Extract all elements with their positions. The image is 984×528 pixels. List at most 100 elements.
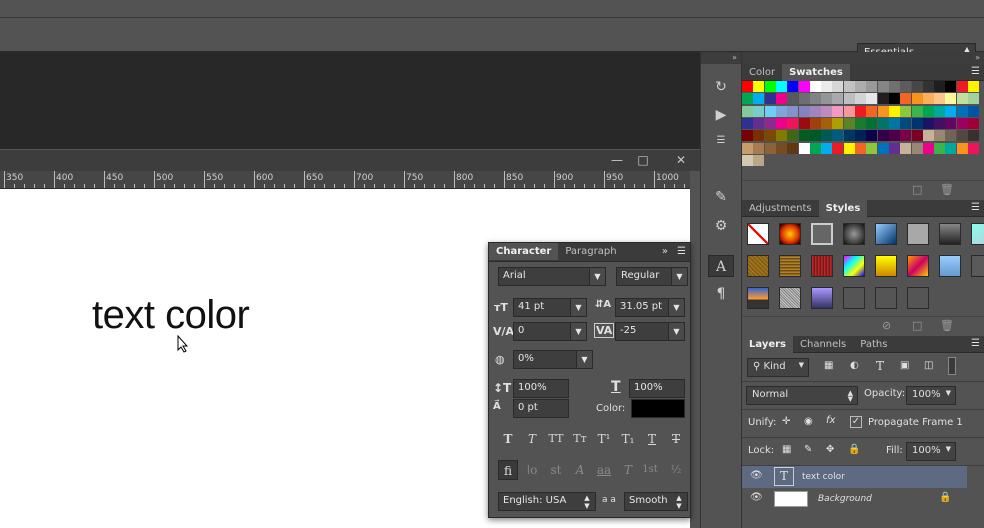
lock-all-icon[interactable]: 🔒 [848, 444, 860, 455]
trash-icon[interactable]: 🗑 [940, 319, 954, 332]
ligatures-icon[interactable]: fi [498, 460, 518, 480]
panel-menu-icon[interactable]: ☰ [971, 338, 980, 349]
swatch[interactable] [945, 142, 957, 154]
swatch[interactable] [753, 142, 765, 154]
tab-adjustments[interactable]: Adjustments [742, 200, 819, 217]
swatch[interactable] [742, 81, 753, 92]
swatch[interactable] [821, 142, 833, 154]
style-preset[interactable] [907, 287, 929, 309]
style-preset[interactable] [971, 255, 984, 277]
swatch[interactable] [866, 142, 878, 154]
swatch[interactable] [900, 142, 912, 154]
swatch[interactable] [900, 105, 912, 117]
swatch[interactable] [855, 93, 866, 105]
clear-style-icon[interactable]: ⊘ [882, 319, 891, 332]
swatch[interactable] [900, 93, 912, 105]
swatch[interactable] [798, 81, 810, 92]
text-color-swatch[interactable] [631, 399, 685, 418]
style-preset[interactable] [747, 255, 769, 277]
new-swatch-icon[interactable]: □ [912, 183, 922, 196]
leading-field[interactable]: 31.05 pt ▼ [615, 298, 685, 317]
swatch[interactable] [843, 93, 855, 105]
style-preset[interactable] [779, 255, 801, 277]
swatch[interactable] [821, 93, 833, 105]
swatch[interactable] [821, 117, 833, 129]
swatch[interactable] [877, 105, 889, 117]
swatch[interactable] [787, 142, 799, 154]
filter-shape-icon[interactable]: ▣ [900, 360, 909, 371]
swatch[interactable] [855, 130, 866, 142]
swatch[interactable] [787, 117, 799, 129]
swatch[interactable] [742, 93, 753, 105]
titling-alternates-icon[interactable]: T [618, 460, 638, 480]
layer-row[interactable]: 👁 Background 🔒 [742, 488, 967, 510]
antialias-select[interactable]: Smooth ▲ ▼ [624, 492, 688, 511]
small-caps-icon[interactable]: Tᴛ [570, 429, 590, 449]
swatch[interactable] [900, 81, 912, 92]
swatch[interactable] [742, 130, 753, 142]
lock-transparency-icon[interactable]: ▦ [782, 444, 791, 455]
subscript-icon[interactable]: T₁ [618, 429, 638, 449]
swatch[interactable] [968, 81, 979, 92]
swatch[interactable] [945, 117, 957, 129]
swatch[interactable] [798, 130, 810, 142]
swatch[interactable] [866, 93, 878, 105]
style-preset[interactable] [971, 223, 984, 245]
swatch[interactable] [934, 105, 946, 117]
swatch[interactable] [866, 81, 878, 92]
swatch[interactable] [832, 81, 844, 92]
layer-row[interactable]: 👁 T text color [742, 466, 967, 488]
style-preset[interactable] [747, 223, 769, 245]
style-preset[interactable] [811, 255, 833, 277]
old-style-icon[interactable]: ǀo [522, 460, 542, 480]
tab-styles[interactable]: Styles [818, 200, 868, 217]
swatch[interactable] [934, 81, 946, 92]
swatch[interactable] [809, 105, 821, 117]
ordinals-icon[interactable]: 1st [640, 460, 660, 480]
style-preset[interactable] [779, 287, 801, 309]
swatch[interactable] [809, 142, 821, 154]
maximize-icon[interactable]: □ [629, 152, 657, 168]
swatch[interactable] [753, 105, 765, 117]
swatch[interactable] [832, 130, 844, 142]
style-preset[interactable] [843, 287, 865, 309]
swatch[interactable] [764, 130, 776, 142]
swatch[interactable] [821, 105, 833, 117]
swatch[interactable] [753, 130, 765, 142]
swatch[interactable] [911, 81, 923, 92]
swatch[interactable] [843, 105, 855, 117]
tool-presets-icon[interactable]: ⚙ [708, 215, 734, 237]
language-select[interactable]: English: USA ▲ ▼ [498, 492, 596, 511]
discretionary-ligature-icon[interactable]: st [546, 460, 566, 480]
swatch[interactable] [775, 142, 787, 154]
swatch[interactable] [900, 130, 912, 142]
swatch[interactable] [911, 142, 923, 154]
swatch[interactable] [809, 93, 821, 105]
dock-collapse-icon[interactable]: » [701, 52, 741, 64]
tracking-field[interactable]: -25 ▼ [615, 322, 685, 341]
swatch[interactable] [764, 117, 776, 129]
style-preset[interactable] [939, 223, 961, 245]
swatch[interactable] [843, 117, 855, 129]
close-icon[interactable]: ✕ [667, 152, 695, 168]
swatch[interactable] [922, 105, 934, 117]
swatch[interactable] [968, 142, 979, 154]
swatch[interactable] [809, 130, 821, 142]
swatch[interactable] [742, 117, 753, 129]
swatch[interactable] [775, 81, 787, 92]
faux-bold-icon[interactable]: T [498, 429, 518, 449]
underline-icon[interactable]: T [642, 429, 662, 449]
swatch[interactable] [968, 93, 979, 105]
vertical-scale-field[interactable]: 100% [513, 379, 569, 398]
swatch[interactable] [956, 93, 968, 105]
style-preset[interactable] [939, 255, 961, 277]
eye-icon[interactable]: 👁 [750, 470, 763, 481]
brush-presets-icon[interactable]: ✎ [708, 186, 734, 208]
swatch[interactable] [877, 130, 889, 142]
swatch[interactable] [866, 130, 878, 142]
swatch[interactable] [968, 105, 979, 117]
all-caps-icon[interactable]: TT [546, 429, 566, 449]
style-preset[interactable] [875, 287, 897, 309]
swatch[interactable] [877, 142, 889, 154]
blend-mode-select[interactable]: Normal ▲ ▼ [746, 386, 858, 405]
